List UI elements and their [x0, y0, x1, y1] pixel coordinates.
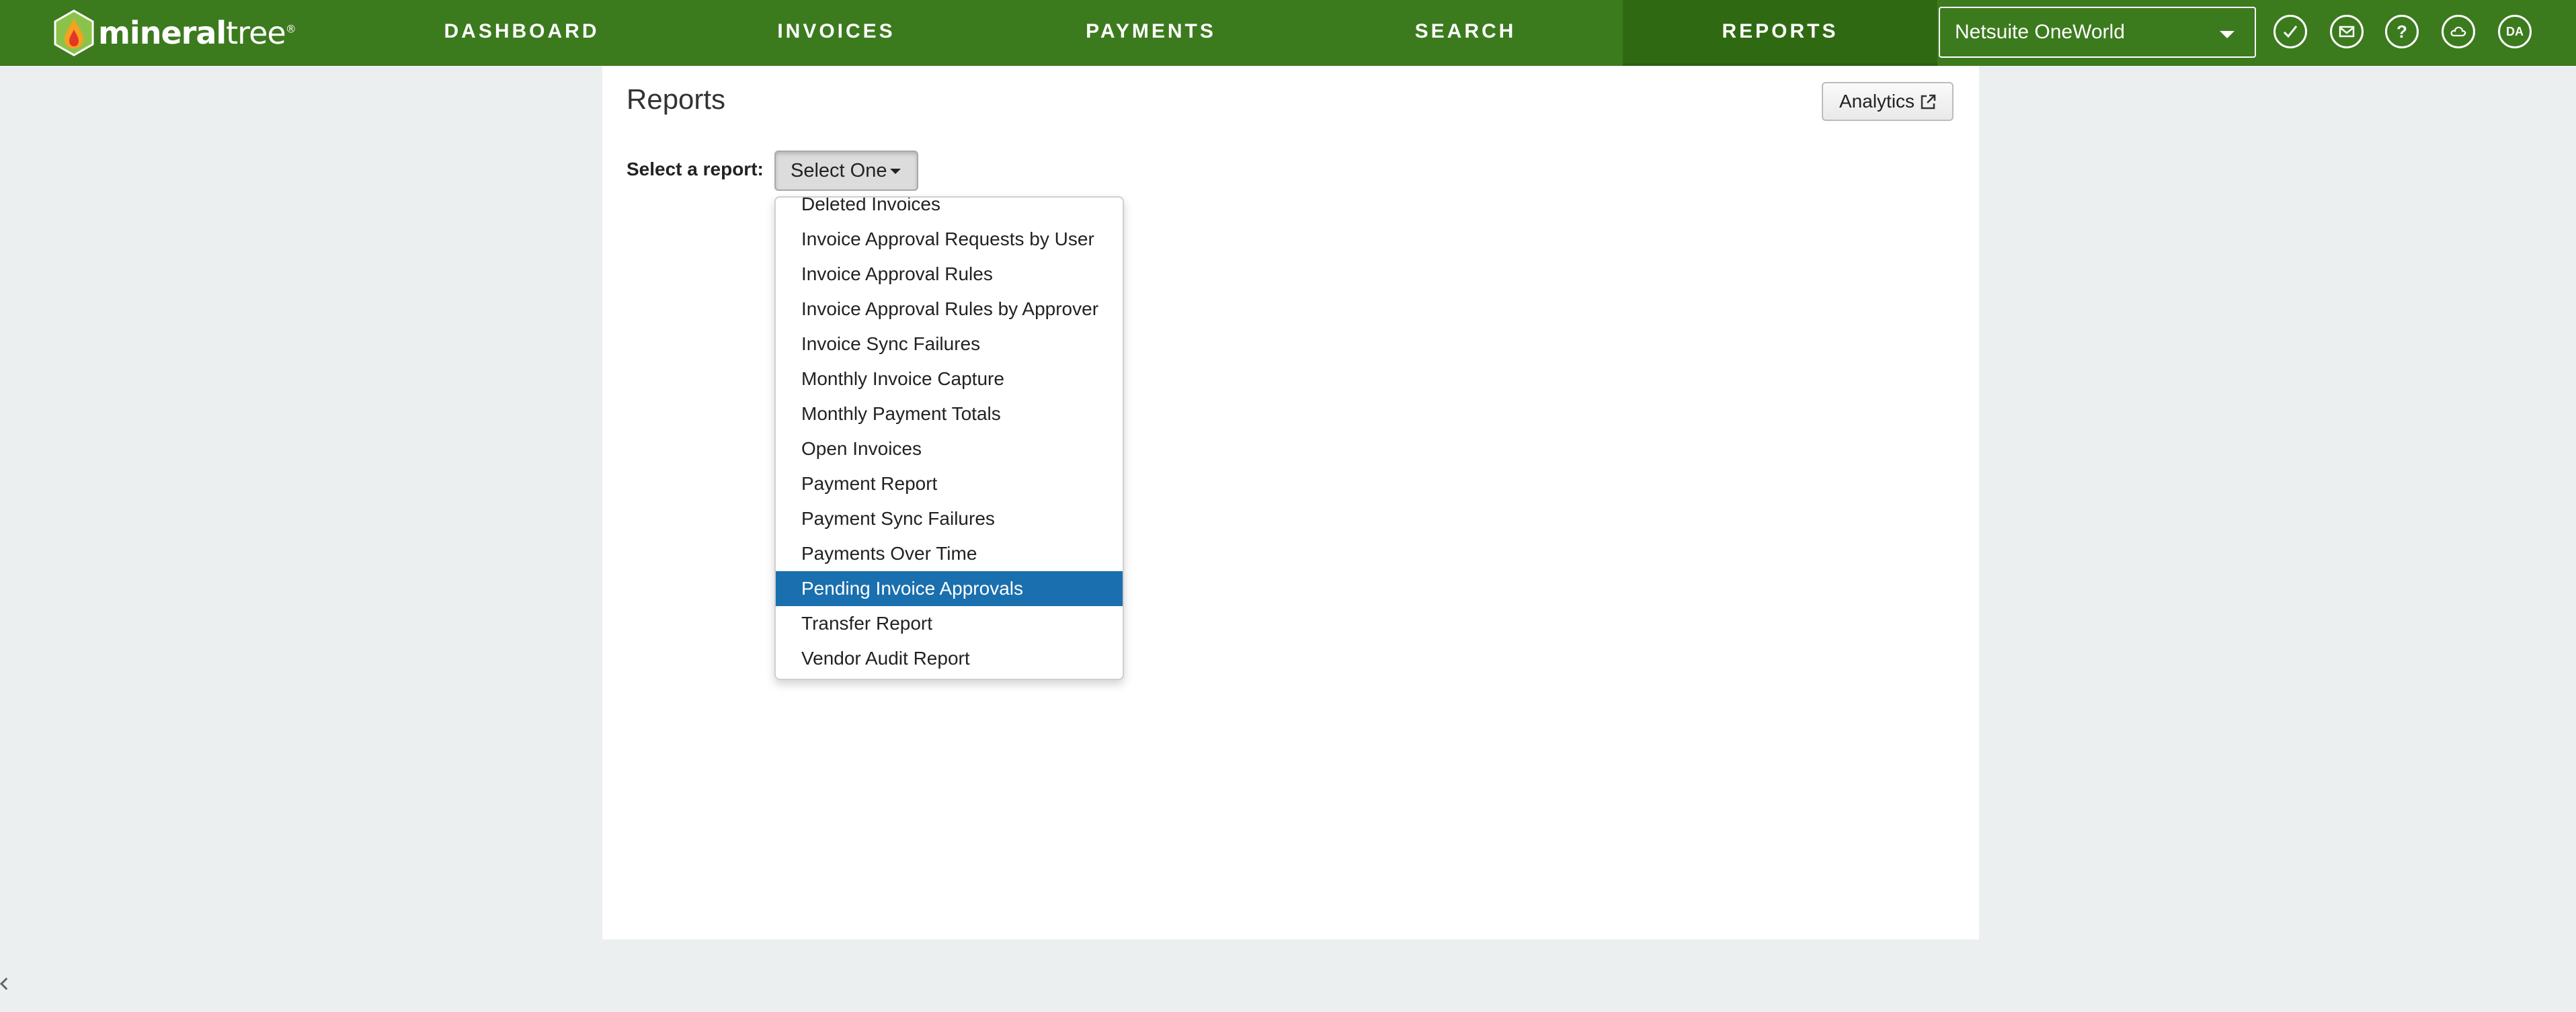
analytics-button[interactable]: Analytics: [1822, 82, 1954, 121]
organization-select[interactable]: Netsuite OneWorld: [1939, 7, 2256, 58]
reports-panel: Reports Analytics Select a report: Selec…: [602, 66, 1979, 939]
report-option[interactable]: Transfer Report: [776, 606, 1123, 641]
external-link-icon: [1921, 94, 1936, 110]
report-select-button[interactable]: Select One: [774, 151, 918, 191]
check-icon[interactable]: [2273, 15, 2307, 48]
report-option[interactable]: Payment Sync Failures: [776, 501, 1123, 536]
resize-handle-icon: [0, 977, 13, 990]
mineraltree-logo[interactable]: mineraltree®: [52, 9, 296, 56]
logo-wordmark: mineraltree®: [98, 15, 296, 51]
page-title: Reports: [627, 83, 726, 115]
organization-select-value: Netsuite OneWorld: [1955, 21, 2125, 43]
report-option[interactable]: Payment Report: [776, 466, 1123, 501]
report-option[interactable]: Invoice Sync Failures: [776, 327, 1123, 362]
report-select-value: Select One: [791, 160, 887, 181]
report-option[interactable]: Invoice Approval Rules by Approver: [776, 292, 1123, 327]
analytics-button-label: Analytics: [1839, 91, 1915, 112]
report-option[interactable]: Payments Over Time: [776, 536, 1123, 571]
report-dropdown-menu: Deleted Invoices Invoice Approval Request…: [774, 196, 1124, 680]
select-report-label: Select a report:: [627, 159, 764, 179]
report-option[interactable]: Invoice Approval Requests by User: [776, 222, 1123, 257]
avatar[interactable]: DA: [2498, 15, 2532, 48]
caret-down-icon: [890, 169, 901, 174]
logo-drop-icon: [54, 9, 94, 56]
report-option[interactable]: Open Invoices: [776, 431, 1123, 466]
report-option[interactable]: Monthly Invoice Capture: [776, 362, 1123, 396]
nav-payments[interactable]: PAYMENTS: [1046, 0, 1256, 66]
report-option[interactable]: Invoice Approval Rules: [776, 257, 1123, 292]
report-option[interactable]: Pending Invoice Approvals: [776, 571, 1123, 606]
report-option[interactable]: Monthly Payment Totals: [776, 396, 1123, 431]
caret-down-icon: [2220, 31, 2235, 38]
cloud-icon[interactable]: [2442, 15, 2475, 48]
report-options-list: Deleted Invoices Invoice Approval Request…: [776, 198, 1123, 676]
report-option[interactable]: Vendor Audit Report: [776, 641, 1123, 676]
nav-search[interactable]: SEARCH: [1361, 0, 1570, 66]
nav-dashboard[interactable]: DASHBOARD: [417, 0, 627, 66]
mail-icon[interactable]: [2330, 15, 2364, 48]
report-option[interactable]: Deleted Invoices: [776, 198, 1123, 222]
help-icon[interactable]: ?: [2385, 15, 2419, 48]
top-nav-bar: mineraltree® DASHBOARD INVOICES PAYMENTS…: [0, 0, 2576, 66]
nav-reports[interactable]: REPORTS: [1623, 0, 1937, 66]
nav-invoices[interactable]: INVOICES: [731, 0, 941, 66]
